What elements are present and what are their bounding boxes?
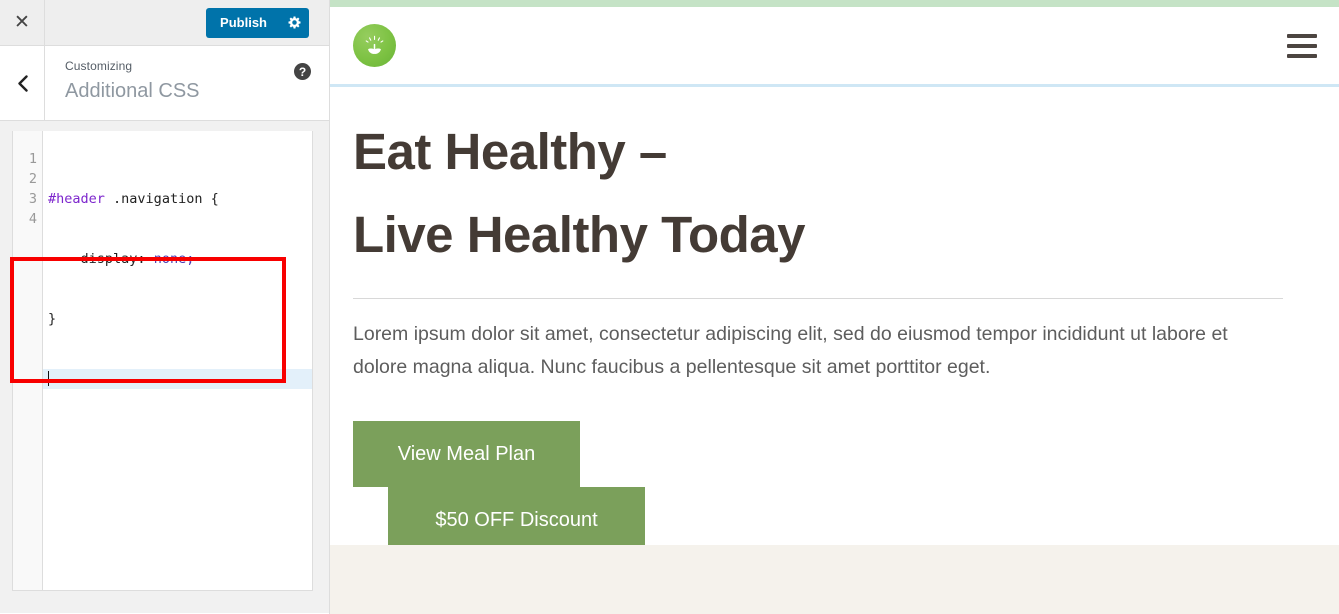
publish-button-group[interactable]: Publish xyxy=(206,7,309,38)
code-line-active[interactable] xyxy=(43,369,312,389)
close-icon[interactable]: ✕ xyxy=(0,0,45,45)
code-line[interactable]: #header .navigation { xyxy=(43,189,312,209)
code-line[interactable]: } xyxy=(43,309,312,329)
back-chevron-icon[interactable] xyxy=(0,46,45,120)
page-title: Additional CSS xyxy=(65,79,200,102)
section-title-block: Customizing Additional CSS ? xyxy=(45,46,329,120)
line-number: 1 xyxy=(28,151,37,167)
css-selector-id: #header xyxy=(48,191,105,207)
css-property: display: xyxy=(80,251,146,267)
view-meal-plan-button[interactable]: View Meal Plan xyxy=(353,421,580,487)
breadcrumb-customizing: Customizing xyxy=(65,59,133,73)
css-code-editor[interactable]: 1 2 3 4 #header .navigation { display: n… xyxy=(12,131,313,591)
line-number: 3 xyxy=(28,191,37,207)
customizer-section-header: Customizing Additional CSS ? xyxy=(0,46,329,121)
css-open-brace: { xyxy=(202,191,219,207)
css-selector-class: .navigation xyxy=(113,191,203,207)
publish-button[interactable]: Publish xyxy=(206,8,279,38)
hero-divider xyxy=(353,298,1283,299)
gear-icon[interactable] xyxy=(279,8,309,38)
css-value: none; xyxy=(153,251,195,267)
discount-button[interactable]: $50 OFF Discount xyxy=(388,487,645,553)
sprout-logo-icon[interactable] xyxy=(353,24,396,67)
line-number: 4 xyxy=(28,211,37,227)
editor-code-area[interactable]: #header .navigation { display: none; } xyxy=(43,131,312,590)
customizer-app: ✕ Publish Customizing Additional CSS ? 1… xyxy=(0,0,1339,614)
line-number: 2 xyxy=(28,171,37,187)
site-preview: Eat Healthy – Live Healthy Today Lorem i… xyxy=(330,0,1339,614)
hamburger-menu-icon[interactable] xyxy=(1287,33,1317,58)
editor-line-number-gutter: 1 2 3 4 xyxy=(13,131,43,590)
hero-section: Eat Healthy – Live Healthy Today Lorem i… xyxy=(330,87,1339,561)
preview-bottom-band xyxy=(330,545,1339,614)
preview-top-band xyxy=(330,0,1339,7)
hamburger-bar xyxy=(1287,43,1317,48)
cta-button-group: View Meal Plan $50 OFF Discount xyxy=(353,421,1339,561)
text-cursor xyxy=(48,371,49,386)
css-close-brace: } xyxy=(48,311,57,327)
hamburger-bar xyxy=(1287,53,1317,58)
hero-heading: Eat Healthy – Live Healthy Today xyxy=(353,123,806,263)
code-line[interactable]: display: none; xyxy=(43,249,312,269)
css-editor-container: 1 2 3 4 #header .navigation { display: n… xyxy=(0,121,329,613)
hamburger-bar xyxy=(1287,33,1317,38)
customizer-topbar: ✕ Publish xyxy=(0,0,329,46)
customizer-sidebar: ✕ Publish Customizing Additional CSS ? 1… xyxy=(0,0,330,614)
site-header xyxy=(330,7,1339,87)
help-icon[interactable]: ? xyxy=(294,63,311,80)
hero-paragraph: Lorem ipsum dolor sit amet, consectetur … xyxy=(353,323,1228,378)
